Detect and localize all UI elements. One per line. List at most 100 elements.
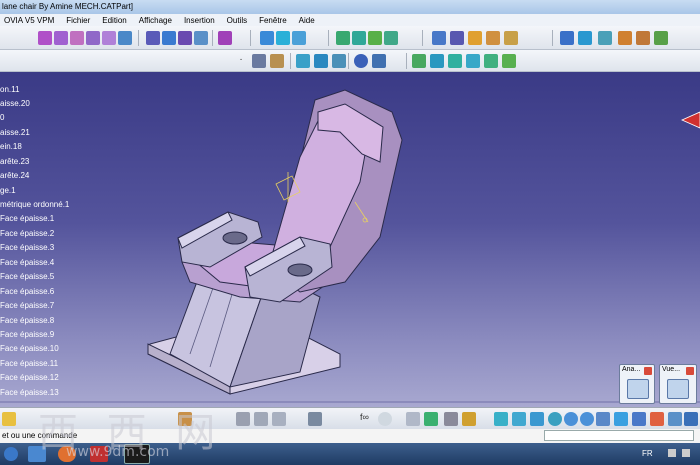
- tree-item[interactable]: Face épaisse.8: [0, 316, 54, 325]
- language-indicator[interactable]: FR: [642, 449, 653, 458]
- tree-item[interactable]: ge.1: [0, 186, 16, 195]
- pocket-icon[interactable]: [54, 31, 68, 45]
- tree-item[interactable]: Face épaisse.11: [0, 359, 58, 368]
- constraint-icon[interactable]: [296, 54, 310, 68]
- draft-icon[interactable]: [292, 31, 306, 45]
- reorder-icon[interactable]: [462, 412, 476, 426]
- plane-icon[interactable]: [598, 31, 612, 45]
- menu-item-fichier[interactable]: Fichier: [62, 16, 98, 25]
- fit-all-icon[interactable]: [512, 412, 526, 426]
- measure-between-icon[interactable]: [684, 412, 698, 426]
- formula-icon[interactable]: [236, 412, 250, 426]
- fix-together-icon[interactable]: [314, 54, 328, 68]
- swap-space-icon[interactable]: [668, 412, 682, 426]
- circular-pattern-icon[interactable]: [450, 31, 464, 45]
- zoom-in-icon[interactable]: [564, 412, 578, 426]
- hide-show-icon[interactable]: [650, 412, 664, 426]
- flag-icon[interactable]: [668, 449, 676, 457]
- hole-icon[interactable]: [102, 31, 116, 45]
- arc-icon[interactable]: [372, 54, 386, 68]
- spline-icon[interactable]: [412, 54, 426, 68]
- dot-icon[interactable]: ·: [234, 54, 248, 68]
- thick-surface-icon[interactable]: [162, 31, 176, 45]
- menu-item-affichage[interactable]: Affichage: [135, 16, 180, 25]
- comment-icon[interactable]: [378, 412, 392, 426]
- iso-view-icon[interactable]: [614, 412, 628, 426]
- tree-item[interactable]: Face épaisse.1: [0, 214, 54, 223]
- corner-icon[interactable]: [430, 54, 444, 68]
- command-input[interactable]: [544, 430, 694, 441]
- pad-icon[interactable]: [38, 31, 52, 45]
- auto-constraint-icon[interactable]: [332, 54, 346, 68]
- tree-item[interactable]: Face épaisse.7: [0, 301, 54, 310]
- normal-view-icon[interactable]: [596, 412, 610, 426]
- apply-material-icon[interactable]: [504, 31, 518, 45]
- fx-icon[interactable]: f∞: [360, 412, 374, 426]
- boolean-icon[interactable]: [218, 31, 232, 45]
- tree-item[interactable]: Face épaisse.3: [0, 243, 54, 252]
- tree-item[interactable]: arête.24: [0, 171, 29, 180]
- analysis-toolbar-window[interactable]: Ana...: [619, 364, 655, 404]
- tree-item[interactable]: aisse.20: [0, 99, 30, 108]
- rectangular-pattern-icon[interactable]: [432, 31, 446, 45]
- knowledge-icon[interactable]: [406, 412, 420, 426]
- tree-item[interactable]: arête.23: [0, 157, 29, 166]
- circle-icon[interactable]: [354, 54, 368, 68]
- tree-item[interactable]: 0: [0, 113, 4, 122]
- volume-icon[interactable]: [682, 449, 690, 457]
- pan-icon[interactable]: [530, 412, 544, 426]
- tree-item[interactable]: Face épaisse.6: [0, 287, 54, 296]
- fillet-icon[interactable]: [260, 31, 274, 45]
- sketch-plane-icon[interactable]: [270, 54, 284, 68]
- translate-icon[interactable]: [336, 31, 350, 45]
- mirror-icon[interactable]: [384, 31, 398, 45]
- sew-surface-icon[interactable]: [194, 31, 208, 45]
- rotate-icon[interactable]: [352, 31, 366, 45]
- close-icon[interactable]: [644, 367, 652, 375]
- menu-item-insertion[interactable]: Insertion: [180, 16, 223, 25]
- intersect-icon[interactable]: [502, 54, 516, 68]
- menu-item-edition[interactable]: Edition: [98, 16, 134, 25]
- zoom-out-icon[interactable]: [580, 412, 594, 426]
- tree-item[interactable]: Face épaisse.5: [0, 272, 54, 281]
- shading-icon[interactable]: [632, 412, 646, 426]
- revolve-icon[interactable]: [636, 31, 650, 45]
- chamfer-icon[interactable]: [276, 31, 290, 45]
- tree-item[interactable]: Face épaisse.10: [0, 344, 59, 353]
- point-icon[interactable]: [560, 31, 574, 45]
- scaling-icon[interactable]: [468, 31, 482, 45]
- menu-item-outils[interactable]: Outils: [223, 16, 255, 25]
- tree-item[interactable]: ein.18: [0, 142, 22, 151]
- tree-item[interactable]: on.11: [0, 85, 19, 94]
- view-mode-icon[interactable]: [667, 379, 689, 399]
- groove-icon[interactable]: [86, 31, 100, 45]
- catalog-icon[interactable]: [308, 412, 322, 426]
- offset-icon[interactable]: [484, 54, 498, 68]
- symmetry-icon[interactable]: [368, 31, 382, 45]
- tree-item[interactable]: Face épaisse.4: [0, 258, 54, 267]
- menu-item-fenetre[interactable]: Fenêtre: [255, 16, 295, 25]
- project-icon[interactable]: [466, 54, 480, 68]
- menu-item-app[interactable]: OVIA V5 VPM: [0, 16, 62, 25]
- lock-icon[interactable]: [444, 412, 458, 426]
- analysis-icon[interactable]: [627, 379, 649, 399]
- design-table-icon[interactable]: [272, 412, 286, 426]
- tree-item[interactable]: Face épaisse.13: [0, 388, 59, 397]
- measure-icon[interactable]: [486, 31, 500, 45]
- close-surface-icon[interactable]: [178, 31, 192, 45]
- close-icon[interactable]: [686, 367, 694, 375]
- menu-item-aide[interactable]: Aide: [295, 16, 323, 25]
- line-icon[interactable]: [578, 31, 592, 45]
- tree-item[interactable]: Face épaisse.9: [0, 330, 54, 339]
- extrude-icon[interactable]: [618, 31, 632, 45]
- tree-item[interactable]: métrique ordonné.1: [0, 200, 69, 209]
- sketch-line-icon[interactable]: [252, 54, 266, 68]
- law-icon[interactable]: [254, 412, 268, 426]
- tree-item[interactable]: Face épaisse.2: [0, 229, 54, 238]
- trim-icon[interactable]: [448, 54, 462, 68]
- rib-icon[interactable]: [118, 31, 132, 45]
- shaft-icon[interactable]: [70, 31, 84, 45]
- start-icon[interactable]: [4, 447, 18, 461]
- tree-item[interactable]: Face épaisse.12: [0, 373, 59, 382]
- split-icon[interactable]: [146, 31, 160, 45]
